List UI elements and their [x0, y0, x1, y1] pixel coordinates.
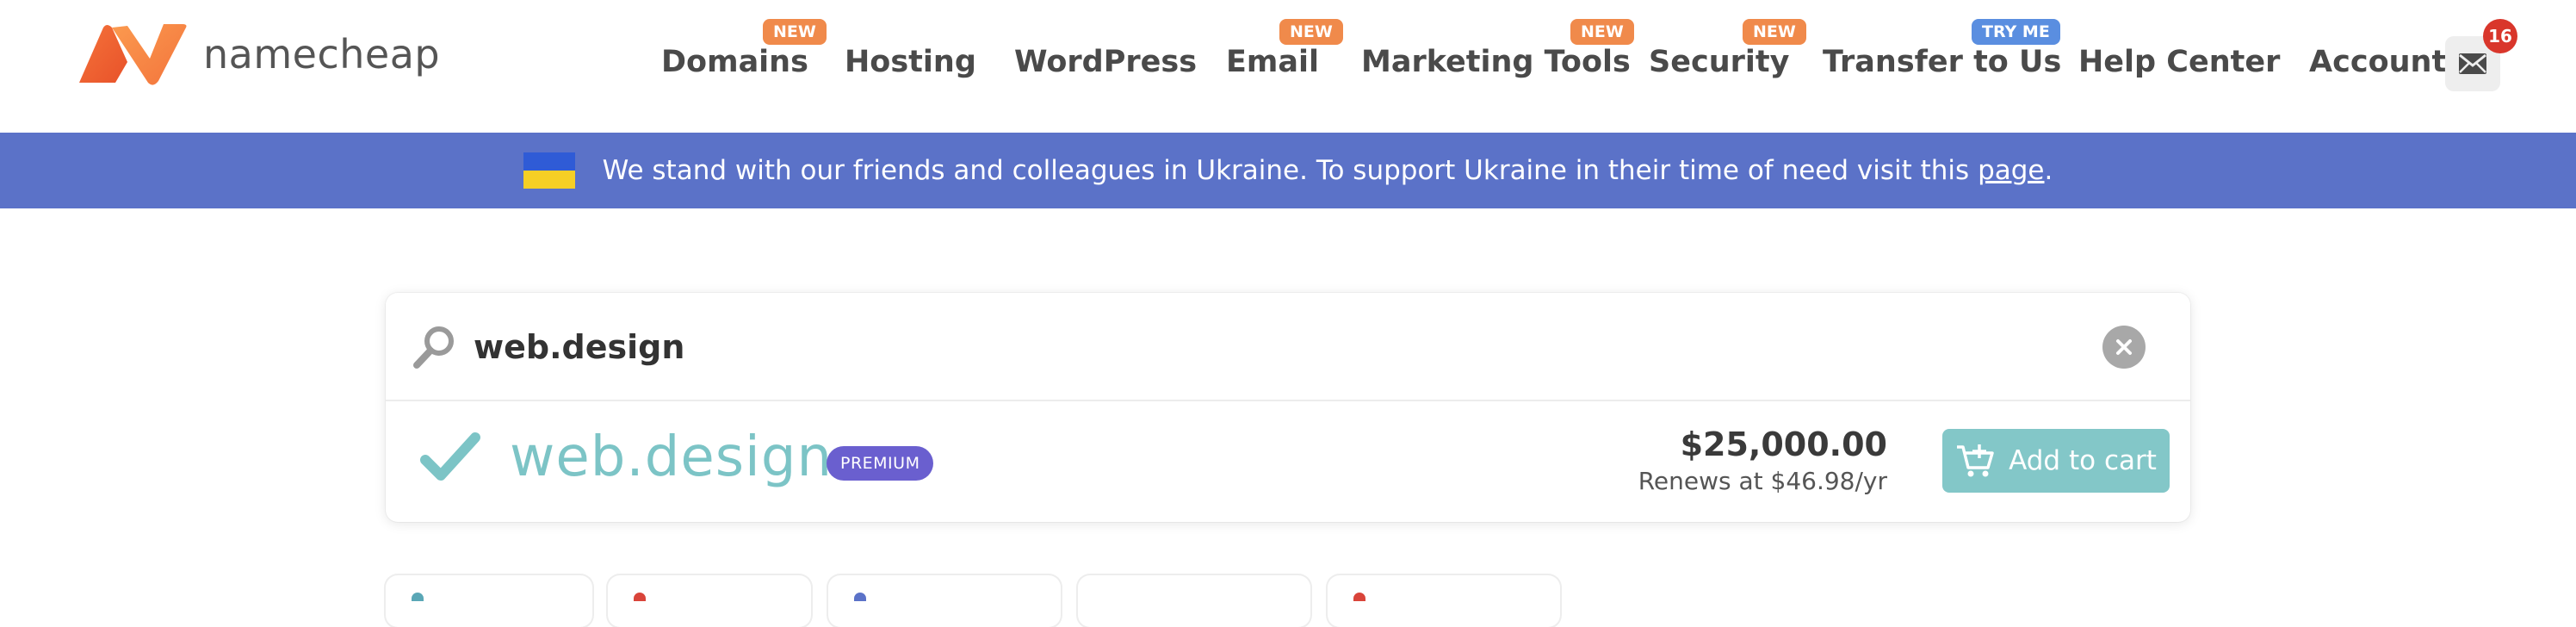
nav-wordpress[interactable]: WordPress: [1014, 45, 1197, 79]
banner-message: We stand with our friends and colleagues…: [602, 155, 1978, 186]
search-icon: [413, 326, 454, 369]
cart-icon: [1957, 444, 1994, 477]
envelope-icon: [2459, 53, 2486, 74]
close-icon: [2116, 339, 2132, 355]
filter-tab[interactable]: [828, 575, 1061, 627]
add-to-cart-label: Add to cart: [2009, 445, 2157, 476]
renewal-price: Renews at $46.98/yr: [1638, 467, 1887, 495]
filter-tab[interactable]: [608, 575, 811, 627]
nav-marketing-tools[interactable]: Marketing Tools: [1361, 45, 1631, 79]
nav-help-center[interactable]: Help Center: [2078, 45, 2280, 79]
price-block: $25,000.00 Renews at $46.98/yr: [1638, 425, 1887, 495]
nav-security-badge: NEW: [1743, 19, 1806, 45]
banner-period: .: [2044, 155, 2053, 186]
banner-text: We stand with our friends and colleagues…: [603, 155, 2053, 186]
nav-domains[interactable]: Domains: [661, 45, 808, 79]
nav-email-badge: NEW: [1279, 19, 1343, 45]
domain-search-card: web.design PREMIUM $25,000.00 Renews at …: [386, 293, 2190, 522]
filter-tab[interactable]: [386, 575, 592, 627]
premium-badge: PREMIUM: [827, 446, 934, 481]
ukraine-flag-icon: [523, 152, 575, 189]
search-row: [386, 293, 2190, 401]
add-to-cart-button[interactable]: Add to cart: [1942, 429, 2170, 493]
filter-tab[interactable]: [1078, 575, 1310, 627]
main-nav: Domains NEW Hosting WordPress Email NEW …: [0, 0, 2576, 133]
available-check-icon: [420, 432, 480, 481]
nav-account[interactable]: Account: [2309, 45, 2446, 79]
nav-transfer-to-us[interactable]: Transfer to Us: [1823, 45, 2061, 79]
clear-search-button[interactable]: [2102, 326, 2146, 369]
filter-tab[interactable]: [1328, 575, 1560, 627]
banner-page-link[interactable]: page: [1978, 155, 2044, 186]
nav-domains-badge: NEW: [763, 19, 827, 45]
nav-email[interactable]: Email: [1226, 45, 1319, 79]
messages-count-badge: 16: [2483, 19, 2517, 53]
nav-hosting[interactable]: Hosting: [845, 45, 976, 79]
price-value: $25,000.00: [1680, 425, 1887, 463]
nav-transfer-badge: TRY ME: [1972, 19, 2060, 45]
nav-marketing-tools-badge: NEW: [1570, 19, 1634, 45]
nav-security[interactable]: Security: [1649, 45, 1789, 79]
domain-result-row: web.design PREMIUM $25,000.00 Renews at …: [386, 401, 2190, 522]
result-domain-name: web.design: [510, 425, 833, 489]
ukraine-banner: We stand with our friends and colleagues…: [0, 133, 2576, 208]
domain-search-input[interactable]: [472, 319, 2025, 376]
site-header: namecheap Domains NEW Hosting WordPress …: [0, 0, 2576, 133]
